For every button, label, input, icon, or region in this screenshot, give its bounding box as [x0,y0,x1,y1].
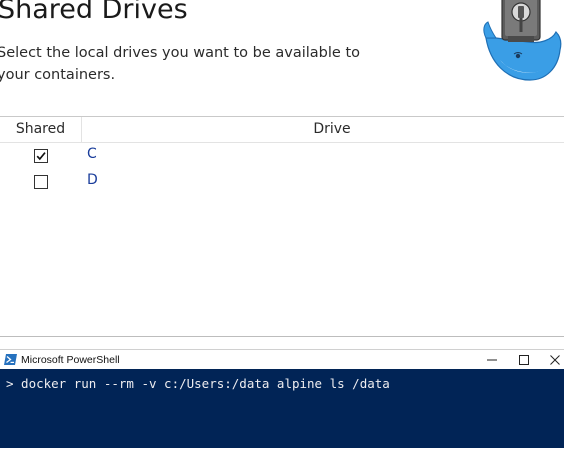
page-title: Shared Drives [0,0,188,25]
shared-drives-table: Shared Drive C D [0,116,564,337]
maximize-icon [519,355,529,365]
close-button[interactable] [541,350,564,370]
drive-d-label: D [87,172,98,188]
console-command-line: > docker run --rm -v c:/Users:/data alpi… [6,376,390,391]
table-row: C [0,143,564,169]
checkmark-icon [36,152,46,161]
column-header-shared[interactable]: Shared [0,117,82,142]
close-icon [550,355,560,365]
powershell-window-title: Microsoft PowerShell [21,354,120,366]
docker-whale-logo [483,0,562,81]
minimize-icon [487,359,497,361]
maximize-button[interactable] [510,350,538,370]
minimize-button[interactable] [478,350,506,370]
drive-c-checkbox[interactable] [34,149,48,163]
table-header: Shared Drive [0,117,564,143]
powershell-console[interactable]: > docker run --rm -v c:/Users:/data alpi… [0,369,564,448]
column-header-drive[interactable]: Drive [82,117,564,142]
page-description: Select the local drives you want to be a… [0,45,360,83]
powershell-titlebar: Microsoft PowerShell [0,349,564,370]
drive-d-checkbox[interactable] [34,175,48,189]
drive-c-label: C [87,146,97,162]
table-row: D [0,169,564,195]
powershell-icon [4,354,17,365]
